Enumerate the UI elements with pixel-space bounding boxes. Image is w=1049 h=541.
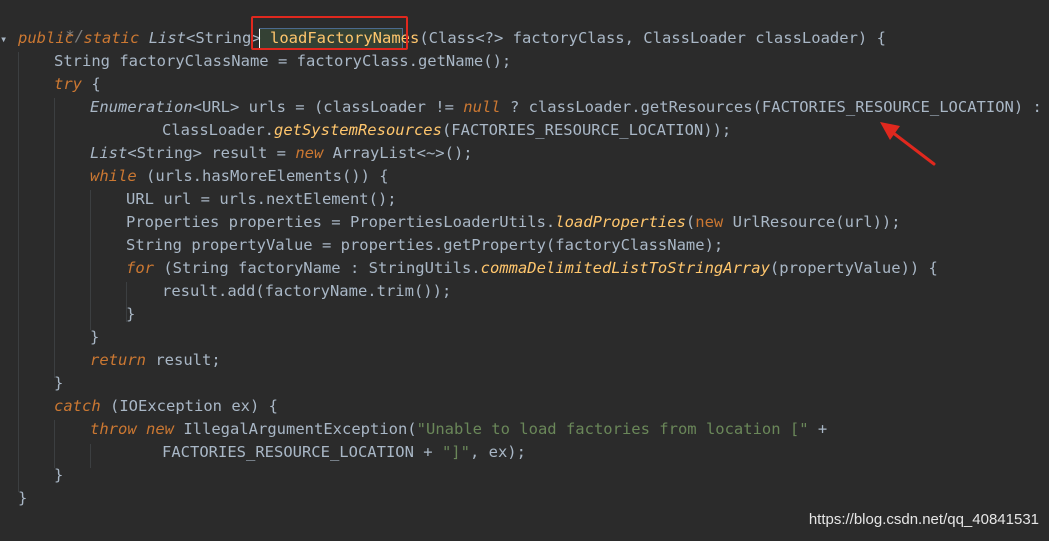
indent-guide <box>54 420 55 468</box>
code-line: while (urls.hasMoreElements()) { <box>90 165 389 188</box>
keyword: throw <box>90 420 137 438</box>
params: (Class<?> factoryClass, ClassLoader clas… <box>419 29 886 47</box>
punctuation: { <box>82 75 101 93</box>
annotation-arrow-icon <box>880 122 936 166</box>
code-line: return result; <box>90 349 221 372</box>
code-editor[interactable]: */ ▾ public static List<String> loadFact… <box>0 0 1049 541</box>
statement: UrlResource(url)); <box>723 213 901 231</box>
indent-guide <box>18 52 19 492</box>
statement: <URL> urls = (classLoader != <box>192 98 464 116</box>
statement: String factoryClassName = factoryClass.g… <box>54 52 512 70</box>
code-line: result.add(factoryName.trim()); <box>162 280 451 303</box>
keyword: new <box>146 420 175 438</box>
code-line: Properties properties = PropertiesLoader… <box>126 211 901 234</box>
brace: } <box>90 328 100 346</box>
annotation-highlight-box <box>251 16 408 50</box>
keyword: new <box>695 213 724 231</box>
fold-marker-icon[interactable]: ▾ <box>0 32 7 46</box>
brace: } <box>18 489 28 507</box>
code-line: } <box>90 326 99 349</box>
statement: , ex); <box>469 443 526 461</box>
code-line: ClassLoader.getSystemResources(FACTORIES… <box>162 119 731 142</box>
type-param: <String> <box>186 29 261 47</box>
keyword: public <box>18 29 74 47</box>
type-name: List <box>148 29 187 47</box>
keyword: new <box>295 144 324 162</box>
brace: } <box>126 305 136 323</box>
type-name: Enumeration <box>90 98 193 116</box>
method-call: commaDelimitedListToStringArray <box>480 259 770 277</box>
statement: (String factoryName : StringUtils. <box>154 259 481 277</box>
code-line: Enumeration<URL> urls = (classLoader != … <box>90 96 1042 119</box>
code-line: */ <box>28 2 84 45</box>
statement: FACTORIES_RESOURCE_LOCATION + <box>162 443 442 461</box>
code-line: } <box>54 372 63 395</box>
statement: result.add(factoryName.trim()); <box>162 282 452 300</box>
method-call: loadProperties <box>555 213 686 231</box>
code-line: String factoryClassName = factoryClass.g… <box>54 50 511 73</box>
indent-guide <box>90 444 91 468</box>
statement: (propertyValue)) { <box>769 259 938 277</box>
brace: } <box>54 374 64 392</box>
statement: String propertyValue = properties.getPro… <box>126 236 724 254</box>
statement: <String> result = <box>127 144 296 162</box>
punctuation: ( <box>685 213 696 231</box>
keyword: while <box>90 167 137 185</box>
keyword: return <box>90 351 146 369</box>
statement: Properties properties = PropertiesLoader… <box>126 213 556 231</box>
code-line: } <box>126 303 135 326</box>
statement: (IOException ex) { <box>100 397 278 415</box>
code-line-method-signature: public static List<String> loadFactoryNa… <box>18 27 886 50</box>
statement: (FACTORIES_RESOURCE_LOCATION)); <box>441 121 732 139</box>
code-line: for (String factoryName : StringUtils.co… <box>126 257 938 280</box>
operator: + <box>808 420 828 438</box>
code-line: String propertyValue = properties.getPro… <box>126 234 723 257</box>
statement: ClassLoader. <box>162 121 274 139</box>
keyword: for <box>126 259 154 277</box>
string-literal: "]" <box>441 443 470 461</box>
code-line: } <box>18 487 27 510</box>
keyword: null <box>463 98 501 116</box>
statement: ArrayList<~>(); <box>323 144 473 162</box>
type-name: List <box>90 144 128 162</box>
statement: (urls.hasMoreElements()) { <box>136 167 389 185</box>
code-line: URL url = urls.nextElement(); <box>126 188 397 211</box>
brace: } <box>54 466 64 484</box>
indent-guide <box>54 98 55 378</box>
statement: URL url = urls.nextElement(); <box>126 190 397 208</box>
keyword: static <box>83 29 140 47</box>
keyword: catch <box>54 397 101 415</box>
keyword: try <box>54 75 82 93</box>
string-literal: "Unable to load factories from location … <box>416 420 809 438</box>
code-line: FACTORIES_RESOURCE_LOCATION + "]", ex); <box>162 441 526 464</box>
code-line: try { <box>54 73 101 96</box>
statement: IllegalArgumentException( <box>174 420 417 438</box>
indent-guide <box>90 190 91 330</box>
code-line: catch (IOException ex) { <box>54 395 278 418</box>
watermark-text: https://blog.csdn.net/qq_40841531 <box>808 511 1039 528</box>
code-line: throw new IllegalArgumentException("Unab… <box>90 418 827 441</box>
statement: result; <box>146 351 221 369</box>
method-call: getSystemResources <box>273 121 442 139</box>
code-line: } <box>54 464 63 487</box>
code-line: List<String> result = new ArrayList<~>()… <box>90 142 473 165</box>
statement: ? classLoader.getResources(FACTORIES_RES… <box>500 98 1042 116</box>
